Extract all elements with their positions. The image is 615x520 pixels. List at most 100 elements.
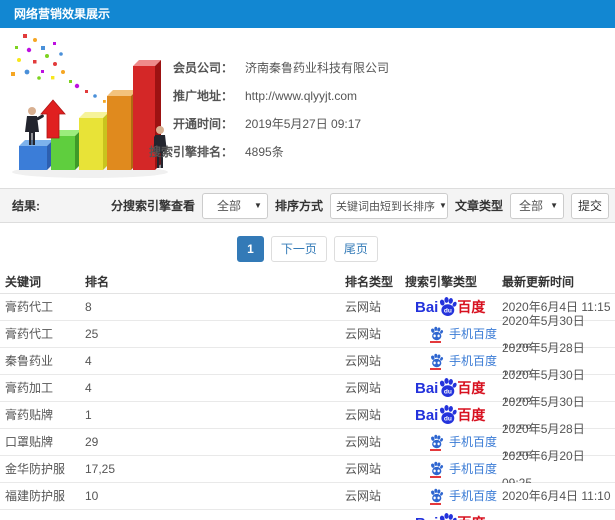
red-underline [430,368,441,370]
baidu-mobile-paw-icon [429,488,444,505]
keyword-cell: 秦鲁药业 [5,354,54,368]
engine-cell: 手机百度 [405,456,497,483]
engine-filter-select[interactable]: 全部 ▼ [201,192,268,219]
baidu-mobile-paw-icon [429,461,444,478]
rank-type-cell: 云网站 [345,489,382,503]
rank-link[interactable]: 4 [85,348,92,375]
rank-type-cell: 云网站 [345,327,382,341]
baidu-mobile-logo: 手机百度 [429,456,497,483]
company-label: 会员公司： [172,61,233,75]
open-time-value: 2019年5月27日 09:17 [245,117,362,131]
chevron-down-icon: ▼ [254,201,262,210]
rank-type-cell: 云网站 [345,435,382,449]
baidu-pc-logo: Bai du 百度 [415,402,485,429]
article-type-label: 文章类型 [454,199,503,213]
rank-link[interactable]: 8 [85,294,92,321]
promo-url-row: 推广地址： http://www.qlyyjt.com [0,84,600,108]
page-button-current[interactable]: 1 [237,236,264,262]
rank-link[interactable]: 29 [85,429,98,456]
rank-type-cell: 云网站 [345,408,382,422]
baidu-bai-text: Bai [415,510,438,520]
col-header-updated: 最新更新时间 [502,275,575,289]
baidu-pc-logo: Bai du 百度 [415,294,485,321]
rank-link[interactable]: 17,25 [85,456,115,483]
baidu-bai-text: Bai [415,299,439,316]
promo-url-label: 推广地址： [172,89,233,103]
sort-label: 排序方式 [274,199,323,213]
baidu-paw-icon: du [440,378,457,398]
engine-rank-count: 4895条 [245,145,284,159]
chevron-down-icon: ▼ [438,201,447,210]
submit-button[interactable]: 提交 [571,192,609,219]
open-time-label: 开通时间： [172,117,233,131]
table-header-row: 关键词 排名 排名类型 搜索引擎类型 最新更新时间 [0,272,615,294]
baidu-cn-text: 百度 [457,407,486,423]
engine-rank-row: 搜索引擎排名： 4895条 [0,140,600,164]
rank-link[interactable]: 25 [85,321,98,348]
baidu-cn-text: 百度 [457,380,486,396]
keyword-cell: 膏药贴牌 [5,408,54,422]
red-underline [430,341,441,343]
red-underline [430,476,441,478]
company-row: 会员公司： 济南秦鲁药业科技有限公司 [0,56,600,80]
col-header-keyword: 关键词 [5,275,42,289]
baidu-paw-icon: du [440,405,457,425]
company-link[interactable]: 济南秦鲁药业科技有限公司 [245,56,389,80]
red-underline [430,503,441,505]
engine-rank-label: 搜索引擎排名： [148,145,233,159]
rank-type-cell: 云网站 [345,462,382,476]
baidu-mobile-logo: 手机百度 [429,429,497,456]
baidu-mobile-text: 手机百度 [449,327,498,341]
last-page-button[interactable]: 尾页 [333,236,378,262]
col-header-rank-type: 排名类型 [345,275,394,289]
keyword-cell: 福建防护服 [5,489,66,503]
result-label: 结果: [12,199,40,213]
red-underline [430,449,441,451]
col-header-rank: 排名 [85,275,110,289]
baidu-mobile-paw-icon [429,434,444,451]
baidu-mobile-text: 手机百度 [449,435,498,449]
sort-select[interactable]: 关键词由短到长排序 ▼ [329,192,448,219]
next-page-button[interactable]: 下一页 [270,236,327,262]
pagination: 1 下一页 尾页 [0,236,615,262]
baidu-mobile-text: 手机百度 [449,354,498,368]
baidu-mobile-text: 手机百度 [449,489,498,503]
baidu-pc-logo: Bai du 百度 [415,510,485,520]
sort-value: 关键词由短到长排序 [335,200,435,213]
rank-type-cell: 云网站 [345,300,382,314]
baidu-mobile-paw-icon [429,353,444,370]
rank-link[interactable]: 4 [85,375,92,402]
baidu-mobile-logo: 手机百度 [429,483,497,510]
rank-type-cell: 云网站 [345,381,382,395]
engine-cell: Bai du 百度 [405,510,485,520]
article-type-select[interactable]: 全部 ▼ [510,192,564,219]
page: 网络营销效果展示 会员公司： 济南秦鲁药业科技有限公司 推广地址： http:/… [0,0,615,520]
svg-text:du: du [444,415,452,422]
baidu-paw-icon: du [440,513,457,520]
promo-url-link[interactable]: http://www.qlyyjt.com [245,84,357,108]
baidu-bai-text: Bai [415,407,439,424]
table-row: Bai du 百度 [0,510,615,520]
baidu-cn-text: 百度 [457,299,486,315]
baidu-mobile-paw-icon [429,326,444,343]
rank-link[interactable]: 10 [85,483,98,510]
updated-cell: 2020年6月20日 09:25 [502,448,585,490]
rank-link[interactable]: 1 [85,402,92,429]
filter-controls: 分搜索引擎查看 全部 ▼ 排序方式 关键词由短到长排序 ▼ 文章类型 全部 ▼ … [111,192,609,219]
engine-cell: Bai du 百度 [405,294,485,321]
svg-text:du: du [444,307,452,314]
baidu-pc-logo: Bai du 百度 [415,375,485,402]
baidu-paw-icon: du [440,297,457,317]
updated-cell: 2020年6月4日 11:10 [502,489,611,503]
keyword-cell: 口罩贴牌 [5,435,54,449]
engine-cell: 手机百度 [405,321,497,348]
keyword-cell: 膏药加工 [5,381,54,395]
engine-cell: 手机百度 [405,429,497,456]
engine-cell: Bai du 百度 [405,402,485,429]
keyword-cell: 膏药代工 [5,300,54,314]
article-type-value: 全部 [519,199,544,213]
top-section: 会员公司： 济南秦鲁药业科技有限公司 推广地址： http://www.qlyy… [0,28,615,188]
svg-text:du: du [444,388,452,395]
baidu-bai-text: Bai [415,380,439,397]
keyword-cell: 金华防护服 [5,462,66,476]
